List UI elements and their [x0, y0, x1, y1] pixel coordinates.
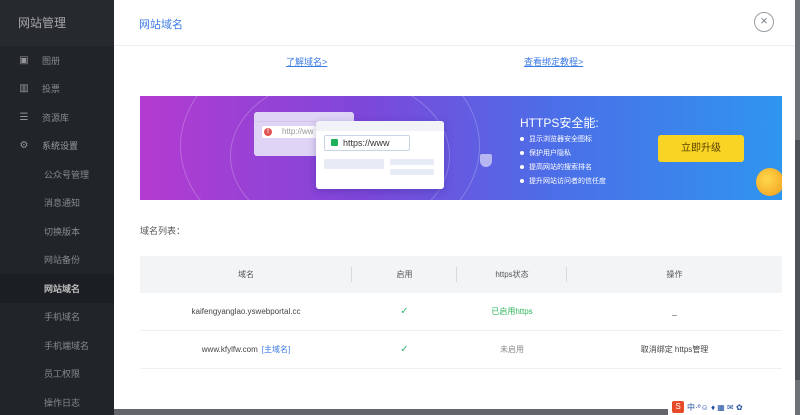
column-header-domain: 域名: [140, 256, 352, 293]
close-icon[interactable]: ×: [754, 12, 774, 32]
feature-item: 提高网站的搜索排名: [520, 162, 592, 172]
enabled-cell: ✓: [352, 293, 457, 330]
table-row: www.kfylfw.com [主域名] ✓ 未启用 取消绑定 https管理: [140, 331, 782, 369]
domain-list-label: 域名列表：: [140, 226, 186, 236]
lock-icon: [331, 139, 338, 146]
tray-icons[interactable]: 中·º☺ ♦ ▦ ✉ ✿: [687, 402, 743, 413]
column-header-action: 操作: [666, 270, 683, 279]
action-cell: _: [672, 307, 677, 316]
feature-item: 提升网站访问者的信任度: [520, 176, 606, 186]
learn-domain-link[interactable]: 了解域名>: [286, 55, 327, 68]
system-tray: S 中·º☺ ♦ ▦ ✉ ✿: [668, 399, 795, 415]
https-promo-banner: http://ww ! https://www HTTPS安全能: 显示浏览器安…: [140, 96, 782, 200]
scrollbar-thumb[interactable]: [795, 140, 800, 380]
enabled-cell: ✓: [352, 331, 457, 368]
column-header-enabled: 启用: [352, 256, 457, 293]
check-icon: ✓: [400, 306, 409, 317]
banner-heading: HTTPS安全能:: [520, 116, 599, 130]
domain-panel: 网站域名 × 了解域名> 查看绑定教程> http://ww ! https:/…: [114, 0, 795, 409]
action-cell[interactable]: 取消绑定 https管理: [567, 331, 782, 368]
binding-tutorial-link[interactable]: 查看绑定教程>: [524, 55, 583, 68]
panel-title: 网站域名: [139, 19, 183, 31]
upgrade-button[interactable]: 立即升级: [658, 135, 744, 162]
panel-header: 网站域名 ×: [114, 0, 795, 46]
unbind-and-https-manage-links[interactable]: 取消绑定 https管理: [641, 344, 709, 355]
shield-icon: [480, 154, 492, 167]
warning-icon: !: [264, 128, 272, 136]
column-header-https: https状态: [457, 256, 567, 293]
feature-item: 保护用户隐私: [520, 148, 571, 158]
secure-url: https://www: [324, 135, 410, 151]
primary-domain-tag: [主域名]: [261, 345, 291, 354]
table-header: 域名 启用 https状态 操作: [140, 256, 782, 293]
table-row: kaifengyanglao.yswebportal.cc ✓ 已启用https…: [140, 293, 782, 331]
domain-cell: kaifengyanglao.yswebportal.cc: [191, 307, 301, 316]
coin-decoration: [756, 168, 782, 196]
domain-table: 域名 启用 https状态 操作 kaifengyanglao.yswebpor…: [140, 256, 782, 369]
https-status-cell: 未启用: [500, 345, 524, 354]
domain-cell: www.kfylfw.com [主域名]: [201, 345, 291, 354]
check-icon: ✓: [400, 344, 409, 355]
secure-browser-illustration: https://www: [316, 121, 444, 189]
sogou-ime-icon[interactable]: S: [672, 401, 684, 413]
help-links: 了解域名> 查看绑定教程>: [114, 55, 795, 69]
feature-item: 显示浏览器安全图标: [520, 134, 592, 144]
https-status-cell: 已启用https: [491, 307, 533, 316]
